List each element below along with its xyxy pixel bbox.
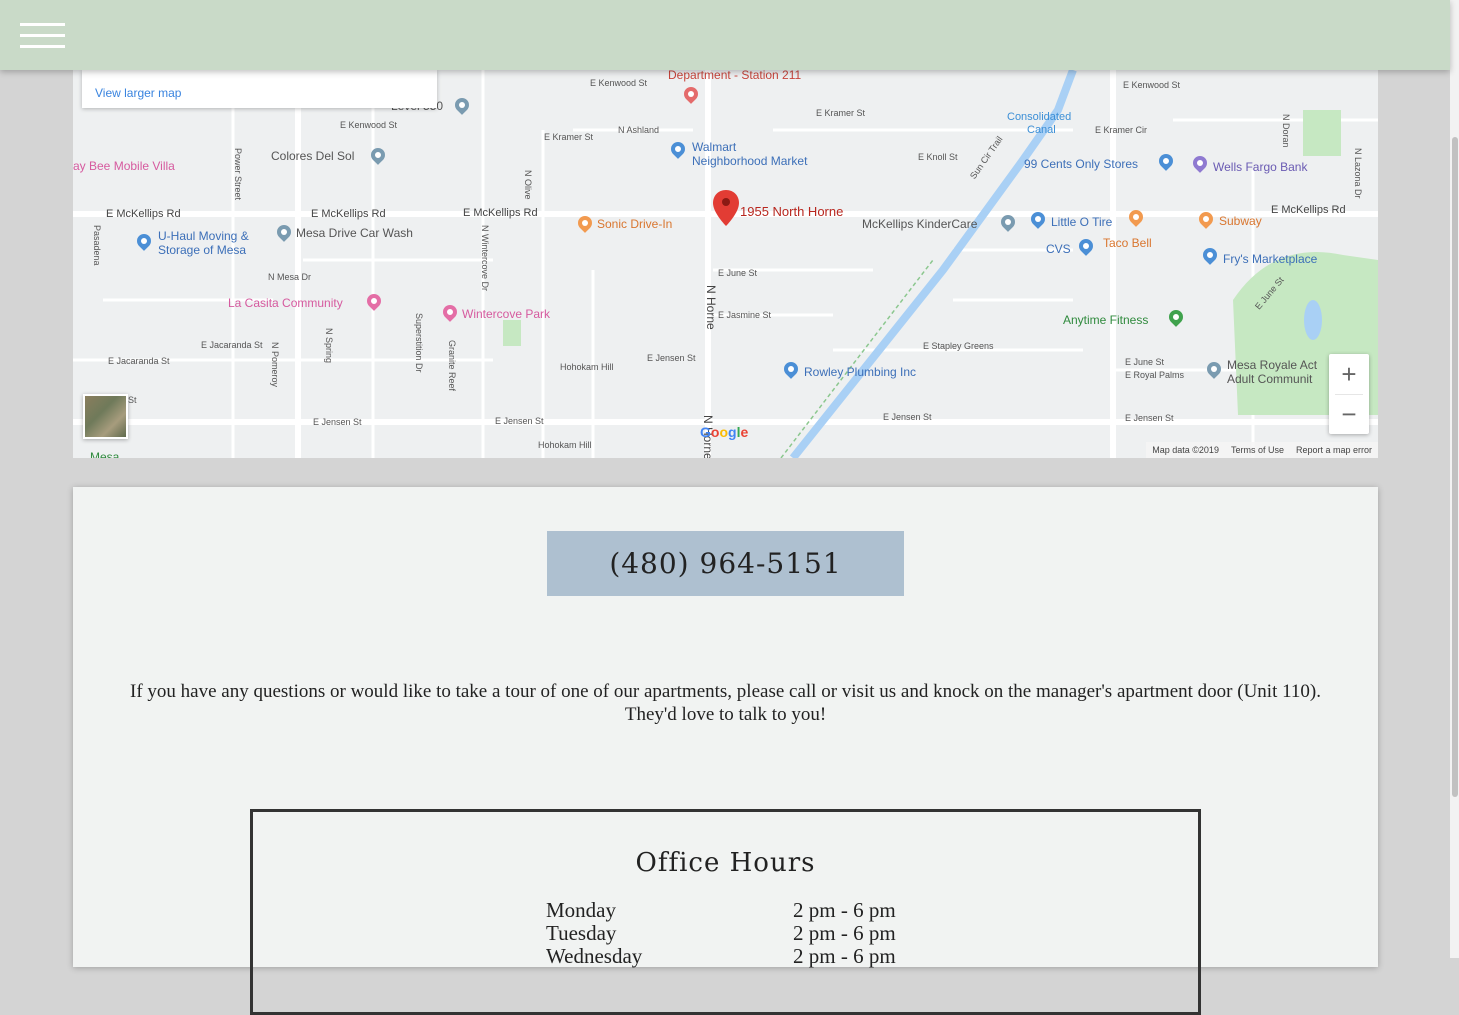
street-label: St: [128, 395, 137, 405]
map-place-walmart-2[interactable]: Neighborhood Market: [692, 154, 807, 168]
map-place-fire-dept[interactable]: Department - Station 211: [668, 70, 801, 82]
zoom-out-button[interactable]: −: [1329, 395, 1369, 434]
scrollbar-thumb[interactable]: [1452, 137, 1458, 797]
map-place-taco-bell[interactable]: Taco Bell: [1103, 236, 1152, 250]
street-label: E June St: [718, 268, 758, 278]
street-label: E McKellips Rd: [1271, 204, 1346, 216]
map-place-car-wash[interactable]: Mesa Drive Car Wash: [296, 226, 413, 240]
street-label: E Kramer Cir: [1095, 125, 1148, 135]
street-label: E Jensen St: [647, 353, 696, 363]
view-larger-map-link[interactable]: View larger map: [95, 86, 181, 100]
street-label: E June St: [1125, 357, 1165, 367]
map-marker-label[interactable]: 1955 North Horne: [740, 204, 843, 219]
map-place-wells[interactable]: Wells Fargo Bank: [1213, 160, 1307, 174]
map-place-99-cents[interactable]: 99 Cents Only Stores: [1024, 157, 1138, 171]
street-label: N Horne: [704, 285, 718, 330]
hours-time: 2 pm - 6 pm: [793, 944, 896, 968]
street-label: Power Street: [233, 148, 243, 201]
street-label: E Jacaranda St: [108, 356, 170, 366]
map-roads: [73, 70, 1378, 458]
terms-of-use-link[interactable]: Terms of Use: [1231, 445, 1284, 455]
street-label: N Wintercove Dr: [480, 225, 490, 292]
map-place-walmart[interactable]: Walmart: [692, 140, 736, 154]
street-label: E Kenwood St: [590, 78, 648, 88]
phone-button[interactable]: (480) 964-5151: [547, 531, 904, 596]
location-marker-icon[interactable]: [713, 190, 739, 226]
satellite-toggle-button[interactable]: [83, 394, 128, 439]
street-label: N Doran: [1281, 114, 1291, 148]
site-header: [0, 0, 1450, 70]
street-label: E Knoll St: [918, 152, 958, 162]
street-label: E Jasmine St: [718, 310, 772, 320]
street-label: E McKellips Rd: [463, 207, 538, 219]
street-label: Hohokam Hill: [538, 440, 592, 450]
street-label: N Spring: [324, 328, 334, 364]
map-place-sonic[interactable]: Sonic Drive-In: [597, 217, 672, 231]
map-footer: Map data ©2019 Terms of Use Report a map…: [1146, 442, 1378, 458]
hours-day: Monday: [546, 898, 616, 922]
street-label: E McKellips Rd: [311, 208, 386, 220]
street-label: E Jacaranda St: [201, 340, 263, 350]
street-label: Hohokam Hill: [560, 362, 614, 372]
contact-intro-text: If you have any questions or would like …: [130, 681, 1321, 725]
street-label: N Olive: [523, 170, 533, 200]
map-place-cvs[interactable]: CVS: [1046, 242, 1071, 256]
google-logo: Google: [700, 424, 749, 440]
street-label: E Jensen St: [883, 412, 932, 422]
map-place-la-casita[interactable]: La Casita Community: [228, 296, 343, 310]
map-place-mesa-royale[interactable]: Mesa Royale Act: [1227, 358, 1317, 372]
street-label: E Kenwood St: [1123, 80, 1181, 90]
street-label: E Kramer St: [544, 132, 594, 142]
hours-time: 2 pm - 6 pm: [793, 898, 896, 922]
map-place-kindercare[interactable]: McKellips KinderCare: [862, 217, 977, 231]
zoom-in-button[interactable]: +: [1329, 354, 1369, 394]
hours-day: Wednesday: [546, 944, 643, 968]
report-map-error-link[interactable]: Report a map error: [1296, 445, 1372, 455]
contact-section: (480) 964-5151 If you have any questions…: [73, 487, 1378, 1015]
street-label: E Jensen St: [495, 416, 544, 426]
map-place-bee-mobile[interactable]: ay Bee Mobile Villa: [73, 159, 175, 173]
map-place-uhaul-2[interactable]: Storage of Mesa: [158, 243, 246, 257]
street-label: E Stapley Greens: [923, 341, 994, 351]
street-label: E Jensen St: [313, 417, 362, 427]
map-place-uhaul[interactable]: U-Haul Moving &: [158, 229, 249, 243]
map-place-subway[interactable]: Subway: [1219, 214, 1262, 228]
street-label: N Pomeroy: [270, 342, 280, 388]
map-place-colores[interactable]: Colores Del Sol: [271, 149, 354, 163]
street-label: E Jensen St: [1125, 413, 1174, 423]
office-hours-box: Office Hours Monday 2 pm - 6 pm Tuesday …: [250, 809, 1201, 1015]
street-label: N Lazona Dr: [1353, 148, 1363, 199]
office-hours-title: Office Hours: [635, 848, 816, 878]
street-label: E McKellips Rd: [106, 208, 181, 220]
street-label: E Kramer St: [816, 108, 866, 118]
map-place-frys[interactable]: Fry's Marketplace: [1223, 252, 1317, 266]
map-place-mesa-royale-2[interactable]: Adult Communit: [1227, 372, 1312, 386]
map-place-anytime[interactable]: Anytime Fitness: [1063, 313, 1148, 327]
map-place-rowley[interactable]: Rowley Plumbing Inc: [804, 365, 916, 379]
map-data-credit: Map data ©2019: [1152, 445, 1219, 455]
street-label: N Ashland: [618, 125, 660, 135]
zoom-controls: + −: [1329, 354, 1369, 434]
map-place-canal-2[interactable]: Canal: [1027, 124, 1056, 136]
map-info-card: View larger map: [82, 70, 437, 108]
street-label: E Royal Palms: [1125, 370, 1185, 380]
map-place-mesa[interactable]: Mesa: [90, 450, 119, 458]
street-label: Superstition Dr: [414, 313, 424, 373]
map-place-little-o[interactable]: Little O Tire: [1051, 215, 1112, 229]
street-label: Pasadena: [92, 225, 102, 266]
embedded-map[interactable]: Department - Station 211 Walmart Neighbo…: [73, 70, 1378, 458]
hamburger-icon[interactable]: [20, 23, 65, 49]
hours-day: Tuesday: [546, 921, 617, 945]
map-place-wintercove[interactable]: Wintercove Park: [462, 307, 550, 321]
hours-time: 2 pm - 6 pm: [793, 921, 896, 945]
street-label: E Kenwood St: [340, 120, 398, 130]
street-label: N Mesa Dr: [268, 272, 312, 282]
map-place-canal[interactable]: Consolidated: [1007, 111, 1071, 123]
street-label: Granite Reef: [447, 340, 457, 392]
